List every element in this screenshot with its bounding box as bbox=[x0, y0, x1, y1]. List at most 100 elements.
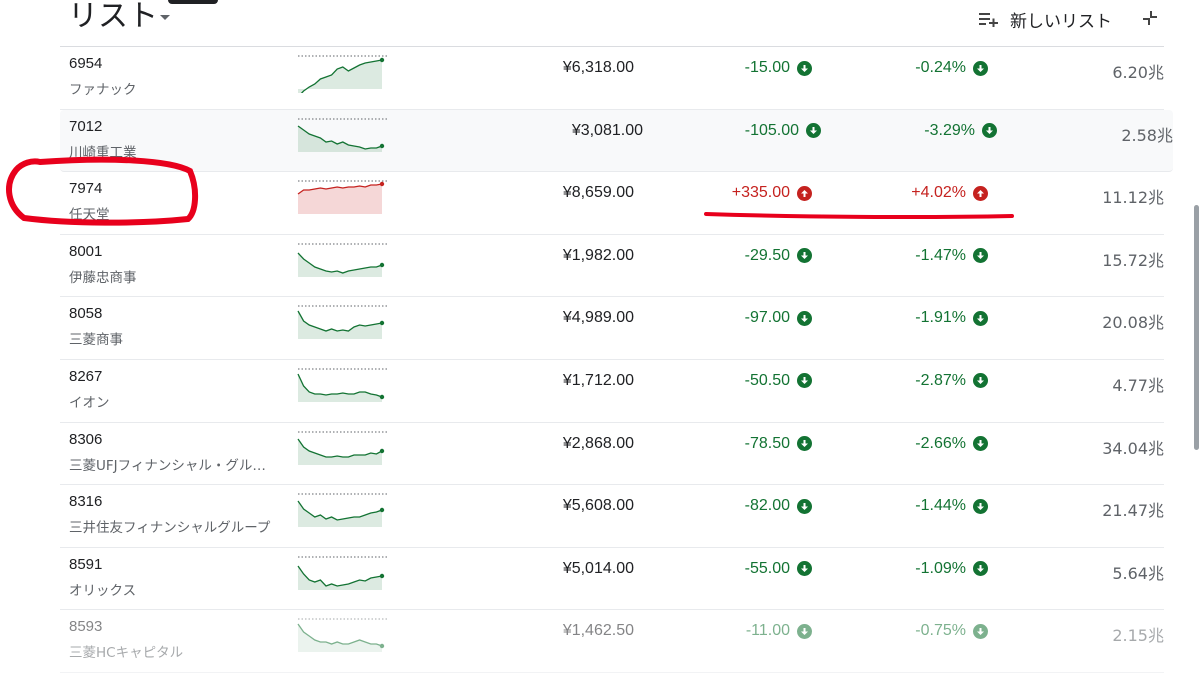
stock-name: 三菱商事 bbox=[69, 332, 123, 349]
arrow-down-icon bbox=[797, 373, 812, 389]
percent-change-value: -3.29% bbox=[924, 121, 975, 139]
table-row[interactable]: 8058 三菱商事 ¥4,989.00 -97.00 -1.91% 20.08兆 bbox=[60, 297, 1164, 360]
stock-price: ¥3,081.00 bbox=[571, 121, 643, 139]
percent-change-value: -1.09% bbox=[915, 559, 966, 577]
sparkline-endpoint bbox=[379, 143, 385, 148]
table-row[interactable]: 8306 三菱UFJフィナンシャル・グル… ¥2,868.00 -78.50 -… bbox=[60, 423, 1164, 486]
stock-symbol: 7012 bbox=[69, 117, 103, 135]
price-change-value: -97.00 bbox=[744, 309, 790, 327]
stock-price: ¥8,659.00 bbox=[562, 184, 634, 202]
price-change-value: -105.00 bbox=[744, 121, 799, 139]
list-header: リスト 新しいリスト bbox=[0, 0, 1200, 46]
sparkline-area bbox=[298, 373, 382, 402]
stock-name: オリックス bbox=[69, 582, 137, 599]
stock-price: ¥2,868.00 bbox=[562, 434, 634, 452]
arrow-up-icon bbox=[973, 185, 988, 201]
sparkline-chart bbox=[297, 368, 388, 402]
table-row[interactable]: 8316 三井住友フィナンシャルグループ ¥5,608.00 -82.00 -1… bbox=[60, 485, 1164, 548]
price-change: -82.00 bbox=[745, 497, 812, 515]
price-change: -55.00 bbox=[745, 560, 812, 578]
stock-symbol: 8316 bbox=[69, 493, 103, 511]
market-cap: 34.04兆 bbox=[1102, 438, 1164, 458]
market-cap: 5.64兆 bbox=[1112, 563, 1164, 583]
stock-name: 三菱HCキャピタル bbox=[69, 645, 184, 662]
arrow-down-icon bbox=[797, 561, 812, 577]
stock-symbol: 8591 bbox=[69, 555, 103, 573]
stock-symbol: 8593 bbox=[69, 618, 103, 636]
sparkline-chart bbox=[297, 556, 388, 590]
stock-price: ¥1,712.00 bbox=[562, 371, 634, 389]
stock-name: 三菱UFJフィナンシャル・グル… bbox=[69, 457, 266, 474]
stock-symbol: 6954 bbox=[69, 55, 103, 72]
stock-name: 三井住友フィナンシャルグループ bbox=[69, 520, 271, 537]
sparkline-area bbox=[298, 565, 382, 590]
stock-price: ¥5,014.00 bbox=[562, 559, 634, 577]
collapse-icon[interactable] bbox=[1142, 10, 1158, 26]
sparkline-area bbox=[298, 252, 382, 277]
percent-change-value: -2.66% bbox=[915, 434, 966, 452]
stock-price: ¥6,318.00 bbox=[562, 59, 634, 76]
arrow-down-icon bbox=[797, 498, 812, 514]
table-row[interactable]: 6954 ファナック ¥6,318.00 -15.00 -0.24% 6.20兆 bbox=[60, 47, 1164, 110]
stock-symbol: 8058 bbox=[69, 305, 103, 323]
percent-change: -2.87% bbox=[915, 372, 988, 390]
table-row[interactable]: 8001 伊藤忠商事 ¥1,982.00 -29.50 -1.47% 15.72… bbox=[60, 235, 1164, 298]
scrollbar-thumb[interactable] bbox=[1194, 205, 1199, 450]
arrow-down-icon bbox=[797, 60, 812, 76]
arrow-down-icon bbox=[806, 123, 821, 139]
stock-name: 伊藤忠商事 bbox=[69, 269, 137, 286]
sparkline-endpoint bbox=[379, 507, 385, 513]
price-change-value: -15.00 bbox=[744, 59, 790, 76]
percent-change: -2.66% bbox=[915, 435, 988, 453]
table-row[interactable]: 7012 川崎重工業 ¥3,081.00 -105.00 -3.29% 2.58… bbox=[60, 109, 1173, 173]
percent-change-value: +4.02% bbox=[911, 184, 966, 202]
sparkline-endpoint bbox=[379, 181, 385, 187]
sparkline-chart bbox=[297, 243, 388, 277]
table-row[interactable]: 8593 三菱HCキャピタル ¥1,462.50 -11.00 -0.75% 2… bbox=[60, 610, 1164, 673]
watchlist-table: 6954 ファナック ¥6,318.00 -15.00 -0.24% 6.20兆… bbox=[60, 47, 1173, 673]
arrow-down-icon bbox=[973, 623, 988, 639]
price-change: -50.50 bbox=[745, 372, 812, 390]
sparkline-endpoint bbox=[379, 573, 385, 578]
market-cap: 4.77兆 bbox=[1112, 375, 1164, 395]
stock-price: ¥5,608.00 bbox=[562, 497, 634, 515]
page-title[interactable]: リスト bbox=[68, 0, 158, 36]
percent-change-value: -0.75% bbox=[915, 622, 966, 640]
market-cap: 6.20兆 bbox=[1112, 63, 1164, 82]
arrow-down-icon bbox=[973, 561, 988, 577]
arrow-down-icon bbox=[973, 310, 988, 326]
arrow-down-icon bbox=[797, 623, 812, 639]
percent-change: -1.47% bbox=[915, 247, 988, 265]
sparkline-endpoint bbox=[379, 262, 385, 267]
percent-change-value: -1.44% bbox=[915, 497, 966, 515]
sparkline-chart bbox=[297, 493, 388, 528]
market-cap: 21.47兆 bbox=[1102, 501, 1164, 521]
market-cap: 2.15兆 bbox=[1112, 626, 1164, 646]
stock-symbol: 8306 bbox=[69, 430, 103, 448]
sparkline-chart bbox=[298, 55, 388, 93]
table-row[interactable]: 7974 任天堂 ¥8,659.00 +335.00 +4.02% 11.12兆 bbox=[60, 172, 1164, 235]
arrow-down-icon bbox=[973, 498, 988, 514]
new-list-button[interactable]: 新しいリスト bbox=[978, 6, 1112, 32]
stock-name: イオン bbox=[69, 394, 110, 411]
table-row[interactable]: 8267 イオン ¥1,712.00 -50.50 -2.87% 4.77兆 bbox=[60, 360, 1164, 423]
sparkline-endpoint bbox=[379, 57, 385, 63]
percent-change-value: -1.91% bbox=[915, 309, 966, 327]
arrow-down-icon bbox=[973, 436, 988, 452]
market-cap: 11.12兆 bbox=[1102, 188, 1164, 208]
table-row[interactable]: 8591 オリックス ¥5,014.00 -55.00 -1.09% 5.64兆 bbox=[60, 548, 1164, 611]
arrow-down-icon bbox=[973, 60, 988, 76]
stock-symbol: 8001 bbox=[69, 242, 103, 260]
arrow-down-icon bbox=[797, 248, 812, 264]
sparkline-chart bbox=[297, 431, 388, 465]
percent-change-value: -2.87% bbox=[915, 371, 966, 389]
percent-change: -1.91% bbox=[915, 309, 988, 327]
percent-change-value: -0.24% bbox=[915, 59, 966, 76]
sparkline-endpoint bbox=[379, 448, 385, 453]
percent-change: -0.24% bbox=[915, 59, 988, 77]
market-cap: 2.58兆 bbox=[1121, 125, 1173, 145]
stock-name: ファナック bbox=[69, 82, 137, 98]
caret-down-icon[interactable] bbox=[160, 15, 170, 20]
arrow-up-icon bbox=[797, 185, 812, 201]
new-list-label: 新しいリスト bbox=[1010, 11, 1112, 32]
